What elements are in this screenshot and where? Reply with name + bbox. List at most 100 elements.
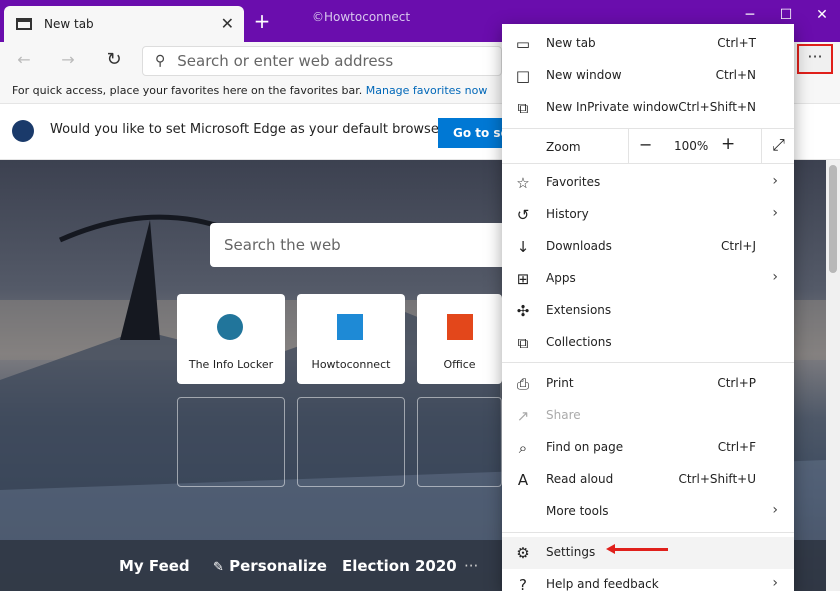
forward-arrow-icon[interactable]: → [54,48,82,72]
zoom-row: Zoom − 100% + ⤢ [502,128,794,164]
menu-item-favorites[interactable]: ☆ Favorites › [502,167,794,199]
menu-item-apps[interactable]: ⊞ Apps › [502,263,794,295]
menu-label: Print [546,376,574,390]
feed-more-icon[interactable]: ··· [464,557,478,575]
tile-label: The Info Locker [188,358,274,371]
empty-tile[interactable] [177,397,285,487]
menu-label: History [546,207,589,221]
tab-new-tab[interactable]: New tab ✕ [4,6,244,42]
menu-shortcut: Ctrl+P [717,376,756,390]
office-icon [447,314,473,340]
read-aloud-icon: A [517,471,529,489]
howtoconnect-icon [337,314,363,340]
tab-page-icon [16,18,32,30]
close-window-button[interactable]: ✕ [804,0,840,30]
wordpress-icon [217,314,243,340]
menu-shortcut: Ctrl+Shift+N [678,100,756,114]
empty-tile[interactable] [297,397,405,487]
downloads-icon: ↓ [516,238,530,256]
chevron-right-icon: › [772,269,778,285]
address-placeholder: Search or enter web address [177,52,394,70]
menu-label: Read aloud [546,472,614,486]
chevron-right-icon: › [772,575,778,591]
quick-link-tile[interactable]: The Info Locker [177,294,285,384]
menu-label: New tab [546,36,596,50]
scrollbar-thumb[interactable] [829,165,837,273]
manage-favorites-link[interactable]: Manage favorites now [366,84,488,97]
quick-link-tile[interactable]: Howtoconnect [297,294,405,384]
menu-item-read-aloud[interactable]: A Read aloud Ctrl+Shift+U [502,464,794,496]
back-arrow-icon[interactable]: ← [10,48,38,72]
menu-item-help-and-feedback[interactable]: ? Help and feedback › [502,569,794,591]
chevron-right-icon: › [772,502,778,518]
menu-item-more-tools[interactable]: More tools › [502,496,794,528]
zoom-in-button[interactable]: + [721,134,735,154]
fullscreen-icon[interactable]: ⤢ [761,129,795,163]
menu-label: Favorites [546,175,601,189]
menu-shortcut: Ctrl+T [717,36,756,50]
tab-title: New tab [44,17,94,31]
settings-icon: ⚙ [516,544,530,562]
menu-label: New InPrivate window [546,100,679,114]
menu-item-settings[interactable]: ⚙ Settings [502,537,794,569]
apps-icon: ⊞ [516,270,530,288]
zoom-out-button[interactable]: − [639,135,652,154]
menu-label: Apps [546,271,576,285]
print-icon: ⎙ [516,375,529,393]
search-the-web-input[interactable]: Search the web [210,223,510,267]
help-icon: ? [519,576,527,591]
address-bar[interactable]: ⚲ Search or enter web address [142,46,502,76]
empty-tile[interactable] [417,397,502,487]
menu-item-collections[interactable]: ⧉ Collections [502,327,794,359]
menu-shortcut: Ctrl+N [715,68,756,82]
personalize-label: Personalize [229,557,327,575]
new-window-icon: □ [515,67,531,85]
tab-close-icon[interactable]: ✕ [221,14,234,33]
menu-label: Help and feedback [546,577,659,591]
menu-item-print[interactable]: ⎙ Print Ctrl+P [502,368,794,400]
election-2020-tab[interactable]: Election 2020 [342,557,457,575]
menu-item-new-inprivate-window[interactable]: ⧉ New InPrivate window Ctrl+Shift+N [502,92,794,124]
menu-item-downloads[interactable]: ↓ Downloads Ctrl+J [502,231,794,263]
history-icon: ↺ [516,206,530,224]
menu-item-find-on-page[interactable]: ⌕ Find on page Ctrl+F [502,432,794,464]
default-browser-text: Would you like to set Microsoft Edge as … [50,122,452,137]
favorites-icon: ☆ [516,174,530,192]
menu-label: Settings [546,545,596,559]
settings-and-more-button[interactable]: ··· [797,44,833,74]
menu-divider [502,362,794,363]
menu-shortcut: Ctrl+F [717,440,756,454]
find-icon: ⌕ [518,439,528,457]
new-tab-button[interactable]: + [252,10,272,32]
quick-link-tile[interactable]: Office [417,294,502,384]
zoom-label: Zoom [546,140,581,154]
menu-item-history[interactable]: ↺ History › [502,199,794,231]
zoom-controls: − 100% + ⤢ [628,129,794,163]
extensions-icon: ✣ [516,302,530,320]
edge-logo-icon [12,120,34,142]
tile-label: Office [443,358,476,371]
personalize-button[interactable]: ✎ Personalize [213,557,327,575]
menu-divider [502,532,794,533]
menu-item-new-tab[interactable]: ▭ New tab Ctrl+T [502,28,794,60]
collections-icon: ⧉ [517,334,529,352]
search-icon: ⚲ [155,53,166,69]
menu-item-share: ↗ Share [502,400,794,432]
menu-label: More tools [546,504,609,518]
share-icon: ↗ [516,407,530,425]
refresh-icon[interactable]: ↻ [100,48,128,72]
menu-item-new-window[interactable]: □ New window Ctrl+N [502,60,794,92]
tile-label: Howtoconnect [311,358,391,371]
watermark: ©Howtoconnect [312,10,411,24]
menu-shortcut: Ctrl+Shift+U [678,472,756,486]
menu-item-extensions[interactable]: ✣ Extensions [502,295,794,327]
pencil-icon: ✎ [213,560,224,575]
menu-label: Downloads [546,239,612,253]
zoom-value: 100% [674,139,709,153]
menu-label: Find on page [546,440,624,454]
chevron-right-icon: › [772,205,778,221]
menu-label: Extensions [546,303,612,317]
menu-label: New window [546,68,622,82]
my-feed-tab[interactable]: My Feed [119,557,190,575]
annotation-arrow [612,548,668,551]
